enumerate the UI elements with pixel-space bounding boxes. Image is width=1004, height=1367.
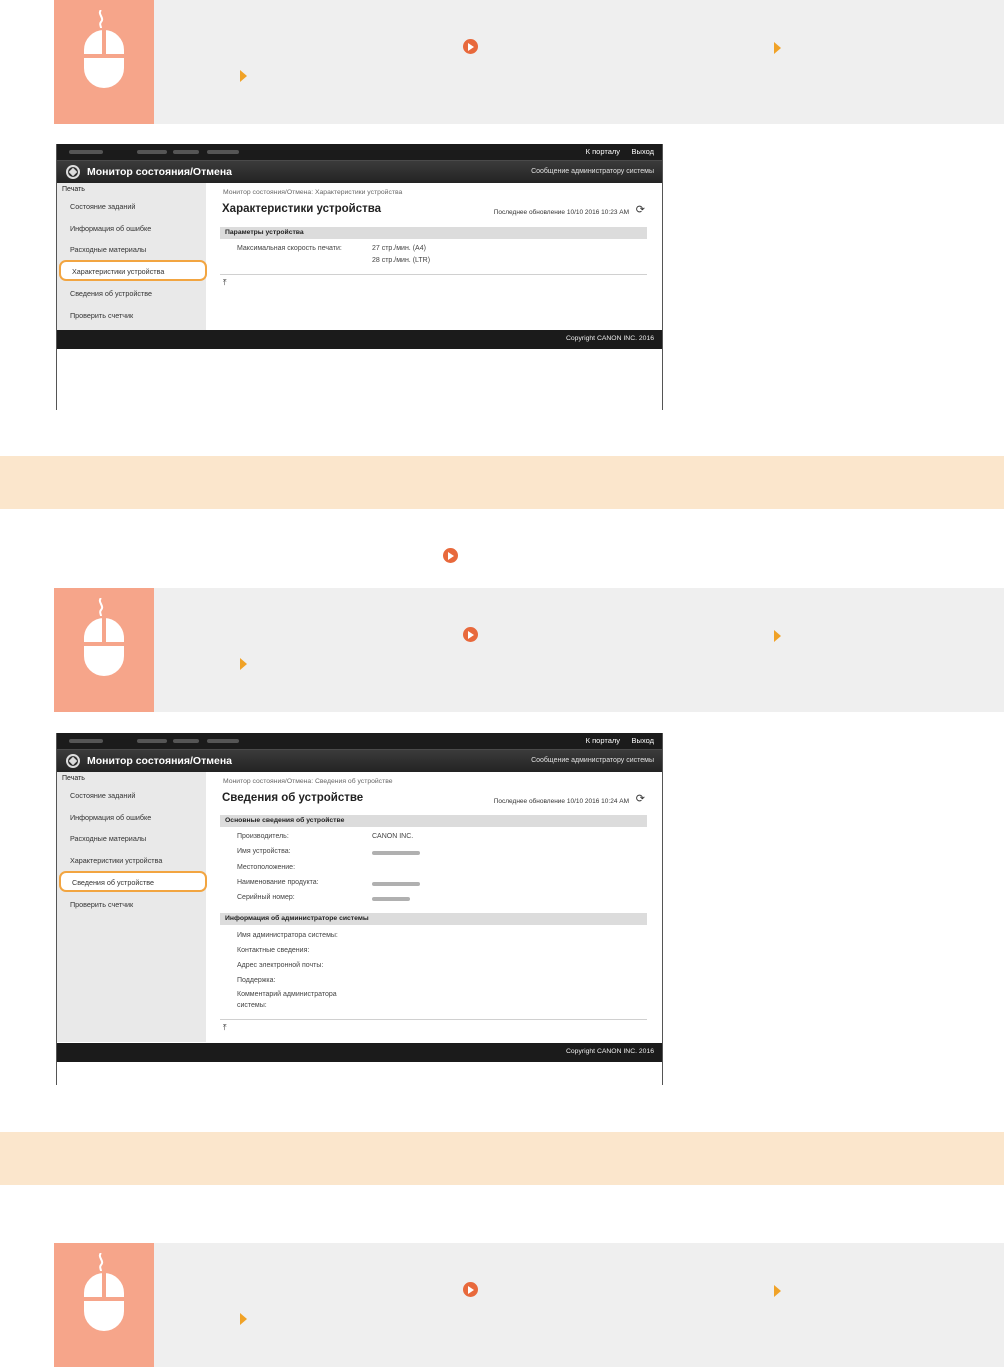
sidebar: Печать Состояние заданий Информация об о… [57, 183, 207, 330]
canon-logo-icon [66, 165, 80, 179]
device-name-label: Имя устройства: [237, 848, 291, 855]
sidebar-item-job-status[interactable]: Состояние заданий [70, 202, 135, 211]
canon-logo-icon [66, 754, 80, 768]
speed-value-a4: 27 стр./мин. (A4) [372, 245, 426, 252]
link-circle-icon[interactable] [443, 548, 458, 563]
to-top-icon[interactable]: ⤒ [223, 1024, 227, 1032]
serial-number-value [372, 897, 410, 901]
sidebar-heading: Печать [62, 775, 85, 782]
portal-link[interactable]: К порталу [586, 147, 620, 156]
divider [220, 274, 647, 275]
refresh-icon[interactable]: ⟳ [636, 205, 645, 216]
section-header-basic: Основные сведения об устройстве [220, 815, 647, 827]
sidebar-item-check-counter[interactable]: Проверить счетчик [70, 900, 133, 909]
breadcrumb: Монитор состояния/Отмена: Сведения об ус… [223, 778, 393, 785]
step-box-3 [54, 1243, 1004, 1367]
contact-label: Контактные сведения: [237, 947, 310, 954]
arrow-right-icon [240, 1313, 247, 1325]
app-header: Монитор состояния/Отмена Сообщение админ… [57, 749, 662, 772]
mouse-icon [54, 1243, 154, 1367]
last-update-text: Последнее обновление 10/10 2016 10:23 AM [493, 209, 629, 216]
top-bar: К порталу Выход [57, 733, 662, 749]
link-circle-icon[interactable] [463, 1282, 478, 1297]
breadcrumb: Монитор состояния/Отмена: Характеристики… [223, 189, 403, 196]
mouse-icon [54, 0, 154, 124]
app-title: Монитор состояния/Отмена [87, 166, 233, 178]
divider [220, 1019, 647, 1020]
sidebar-item-device-features[interactable]: Характеристики устройства [59, 260, 207, 281]
footer: Copyright CANON INC. 2016 [57, 330, 662, 349]
mouse-icon [54, 588, 154, 712]
link-circle-icon[interactable] [463, 627, 478, 642]
speed-value-ltr: 28 стр./мин. (LTR) [372, 257, 431, 264]
section-bar-2 [0, 1132, 1004, 1185]
portal-link[interactable]: К порталу [586, 736, 620, 745]
arrow-right-icon [774, 1285, 781, 1297]
email-label: Адрес электронной почты: [237, 962, 324, 969]
footer: Copyright CANON INC. 2016 [57, 1043, 662, 1062]
admin-comment-label: Комментарий администратора [237, 991, 337, 998]
location-label: Местоположение: [237, 864, 296, 871]
section-header-admin: Информация об администраторе системы [220, 913, 647, 925]
sidebar-item-error-info[interactable]: Информация об ошибке [70, 813, 151, 822]
admin-message-link[interactable]: Сообщение администратору системы [531, 757, 654, 764]
admin-comment-label-cont: системы: [237, 1002, 267, 1009]
arrow-right-icon [240, 70, 247, 82]
step-box-2 [54, 588, 1004, 712]
serial-number-label: Серийный номер: [237, 894, 295, 901]
arrow-right-icon [774, 630, 781, 642]
last-update-text: Последнее обновление 10/10 2016 10:24 AM [493, 798, 629, 805]
sidebar-heading: Печать [62, 186, 85, 193]
device-name-value [372, 851, 420, 855]
support-label: Поддержка: [237, 977, 276, 984]
product-name-value [372, 882, 420, 886]
admin-name-label: Имя администратора системы: [237, 932, 338, 939]
screenshot-device-info: К порталу Выход Монитор состояния/Отмена… [56, 733, 663, 1085]
app-header: Монитор состояния/Отмена Сообщение админ… [57, 160, 662, 183]
logout-link[interactable]: Выход [632, 147, 654, 156]
admin-message-link[interactable]: Сообщение администратору системы [531, 168, 654, 175]
arrow-right-icon [774, 42, 781, 54]
logout-link[interactable]: Выход [632, 736, 654, 745]
page-title: Характеристики устройства [222, 203, 382, 215]
app-title: Монитор состояния/Отмена [87, 755, 233, 767]
copyright: Copyright CANON INC. 2016 [565, 335, 654, 342]
link-circle-icon[interactable] [463, 39, 478, 54]
sidebar-item-device-features[interactable]: Характеристики устройства [70, 856, 162, 865]
manufacturer-value: CANON INC. [372, 833, 414, 840]
sidebar-item-consumables[interactable]: Расходные материалы [70, 834, 146, 843]
refresh-icon[interactable]: ⟳ [636, 794, 645, 805]
manufacturer-label: Производитель: [237, 833, 289, 840]
sidebar-item-device-info[interactable]: Сведения об устройстве [59, 871, 207, 892]
sidebar-item-check-counter[interactable]: Проверить счетчик [70, 311, 133, 320]
page-title: Сведения об устройстве [222, 792, 364, 804]
arrow-right-icon [240, 658, 247, 670]
sidebar-item-label: Сведения об устройстве [72, 878, 154, 887]
section-header: Параметры устройства [220, 227, 647, 239]
section-bar-1 [0, 456, 1004, 509]
sidebar-item-device-info[interactable]: Сведения об устройстве [70, 289, 152, 298]
copyright: Copyright CANON INC. 2016 [565, 1048, 654, 1055]
screenshot-device-features: К порталу Выход Монитор состояния/Отмена… [56, 144, 663, 410]
sidebar-item-error-info[interactable]: Информация об ошибке [70, 224, 151, 233]
sidebar-item-label: Характеристики устройства [72, 267, 165, 276]
sidebar: Печать Состояние заданий Информация об о… [57, 772, 207, 1042]
step-box-1 [54, 0, 1004, 124]
speed-label: Максимальная скорость печати: [237, 245, 342, 252]
product-name-label: Наименование продукта: [237, 879, 319, 886]
sidebar-item-consumables[interactable]: Расходные материалы [70, 245, 146, 254]
top-bar: К порталу Выход [57, 144, 662, 160]
to-top-icon[interactable]: ⤒ [223, 279, 227, 287]
sidebar-item-job-status[interactable]: Состояние заданий [70, 791, 135, 800]
